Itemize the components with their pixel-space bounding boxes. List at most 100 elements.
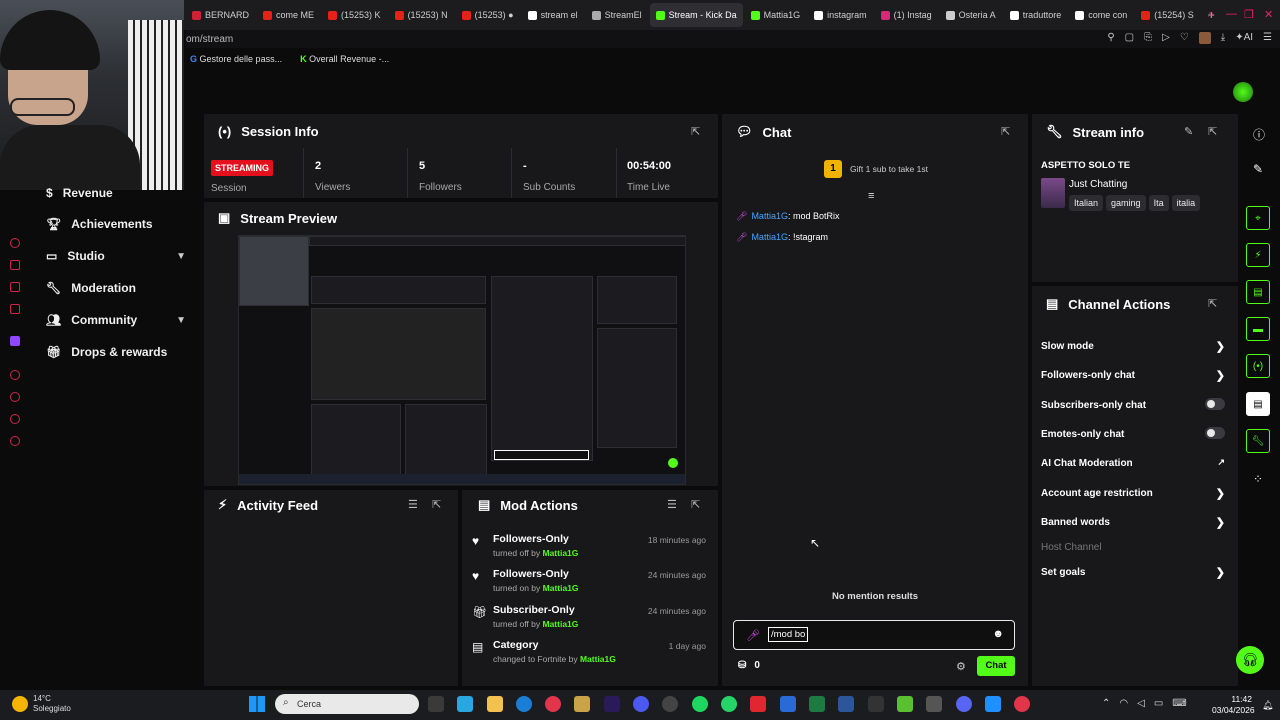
task-view-icon[interactable] (428, 696, 444, 712)
bolt-icon[interactable]: ⚡︎ (1246, 243, 1270, 267)
strip-icon[interactable] (10, 436, 20, 446)
app-icon[interactable] (985, 696, 1001, 712)
chat-username[interactable]: Mattia1G (751, 232, 788, 242)
word-icon[interactable] (838, 696, 854, 712)
spotify-icon[interactable] (692, 696, 708, 712)
folder-icon[interactable] (574, 696, 590, 712)
browser-tab[interactable]: instagram (808, 3, 873, 27)
channel-points[interactable]: ⛁ 0 (738, 660, 760, 671)
browser-tab[interactable]: Mattia1G (745, 3, 807, 27)
filter-icon[interactable]: ☰ (408, 498, 418, 511)
search-tabs-icon[interactable]: ⌕ (1208, 8, 1214, 21)
twitch-icon[interactable] (10, 336, 20, 346)
document-icon[interactable]: ▤ (1246, 280, 1270, 304)
tag[interactable]: Ita (1148, 195, 1169, 211)
pencil-icon[interactable]: ✎ (1253, 162, 1263, 176)
file-explorer-icon[interactable] (487, 696, 503, 712)
user-avatar[interactable] (1233, 82, 1253, 102)
weather-widget[interactable]: 14°C Soleggiato (33, 694, 71, 714)
broadcast-icon[interactable]: (•) (1246, 354, 1270, 378)
strip-icon[interactable] (10, 304, 20, 314)
browser-tab[interactable]: traduttore (1004, 3, 1068, 27)
sidebar-item-moderation[interactable]: 🔧︎ Moderation (46, 281, 186, 295)
gift-sub-banner[interactable]: 1 Gift 1 sub to take 1st (824, 160, 928, 178)
obs-icon[interactable] (662, 696, 678, 712)
app-icon[interactable] (633, 696, 649, 712)
emoji-icon[interactable]: ☻ (992, 628, 1004, 640)
whatsapp-icon[interactable] (721, 696, 737, 712)
battery-icon[interactable]: ▭ (1154, 698, 1163, 709)
strip-icon[interactable] (10, 282, 20, 292)
edit-icon[interactable]: ✎ (1184, 125, 1193, 138)
excel-icon[interactable] (809, 696, 825, 712)
minimize-icon[interactable]: — (1226, 8, 1237, 20)
browser-tab[interactable]: (15254) S (1135, 3, 1200, 27)
browser-tab[interactable]: StreamEl (586, 3, 648, 27)
strip-icon[interactable] (10, 260, 20, 270)
browser-tab[interactable]: (15253) N (389, 3, 454, 27)
category-name[interactable]: Just Chatting (1069, 179, 1127, 190)
channel-action-ai-moderation[interactable]: AI Chat Moderation ↗ (1041, 457, 1225, 469)
sidebar-item-drops[interactable]: 🎁︎ Drops & rewards (46, 345, 186, 359)
browser-tab[interactable]: (15253) K (322, 3, 387, 27)
chat-username[interactable]: Mattia1G (751, 211, 788, 221)
discord-icon[interactable] (956, 696, 972, 712)
popout-icon[interactable]: ⇱ (691, 498, 700, 511)
edge-icon[interactable] (516, 696, 532, 712)
subscribers-only-toggle[interactable] (1205, 398, 1225, 410)
filter-icon[interactable]: ☰ (667, 498, 677, 511)
clock[interactable]: 11:42 03/04/2026 (1212, 694, 1255, 716)
play-icon[interactable]: ▷ (1162, 32, 1170, 44)
tray-icon[interactable]: ⌃ (1102, 698, 1110, 709)
strip-icon[interactable] (10, 414, 20, 424)
extensions-icon[interactable]: ▢ (1125, 32, 1134, 44)
browser-tab[interactable]: (15253) ● (456, 3, 520, 27)
strip-icon[interactable] (10, 392, 20, 402)
chat-input[interactable]: /mod bo (768, 627, 809, 642)
emotes-only-toggle[interactable] (1205, 427, 1225, 439)
channel-action-account-age[interactable]: Account age restriction ❯ (1041, 488, 1225, 500)
bookmark-item[interactable]: K Overall Revenue -... (300, 54, 389, 64)
minecraft-icon[interactable] (897, 696, 913, 712)
popout-icon[interactable]: ⇱ (1001, 125, 1010, 138)
sidebar-item-achievements[interactable]: 🏆︎ Achievements (46, 217, 186, 231)
tag[interactable]: gaming (1106, 195, 1146, 211)
channel-action-followers-only[interactable]: Followers-only chat ❯ (1041, 370, 1225, 382)
browser-tab[interactable]: come con (1069, 3, 1133, 27)
apps-icon[interactable]: ⁘ (1253, 472, 1263, 486)
collapse-pinned-icon[interactable]: ≡ (868, 190, 874, 202)
sidebar-item-revenue[interactable]: $ Revenue (46, 186, 186, 200)
stream-preview-video[interactable] (238, 235, 686, 485)
ai-button[interactable]: ✦AI (1235, 32, 1253, 44)
info-icon[interactable]: ⓘ (1253, 126, 1265, 143)
channel-action-slow-mode[interactable]: Slow mode ❯ (1041, 341, 1225, 353)
taskbar-search[interactable]: Cerca (275, 694, 419, 714)
browser-tab[interactable]: BERNARD (186, 3, 255, 27)
app-icon[interactable] (1014, 696, 1030, 712)
popout-icon[interactable]: ⇱ (432, 498, 441, 511)
opera-icon[interactable] (545, 696, 561, 712)
windows-start-icon[interactable] (249, 696, 265, 712)
sidebar-item-community[interactable]: 👥︎ Community ▼ (46, 313, 186, 327)
scan-icon[interactable]: ⌖ (1246, 206, 1270, 230)
browser-tab[interactable]: stream el (522, 3, 584, 27)
browser-tab[interactable]: Stream - Kick Da (649, 3, 743, 27)
tag[interactable]: italia (1171, 195, 1201, 211)
download-icon[interactable]: ⤓ (1221, 32, 1225, 44)
app-icon[interactable] (780, 696, 796, 712)
browser-tab[interactable]: come ME (257, 3, 320, 27)
app-icon[interactable] (926, 696, 942, 712)
tag[interactable]: Italian (1069, 195, 1104, 211)
app-icon[interactable] (750, 696, 766, 712)
strip-icon[interactable] (10, 370, 20, 380)
wifi-icon[interactable]: ◠ (1119, 698, 1128, 709)
menu-icon[interactable]: ☰ (1263, 32, 1272, 44)
popout-icon[interactable]: ⇱ (1208, 125, 1217, 138)
chat-input-box[interactable]: 🎤︎ /mod bo ☻ (733, 620, 1015, 650)
bookmark-icon[interactable]: ⚲ (1107, 32, 1114, 44)
close-window-icon[interactable]: ✕ (1264, 8, 1273, 21)
channel-action-set-goals[interactable]: Set goals ❯ (1041, 567, 1225, 579)
notifications-icon[interactable]: 🔔︎ (1262, 700, 1273, 711)
channel-action-banned-words[interactable]: Banned words ❯ (1041, 517, 1225, 529)
strip-icon[interactable] (10, 238, 20, 248)
